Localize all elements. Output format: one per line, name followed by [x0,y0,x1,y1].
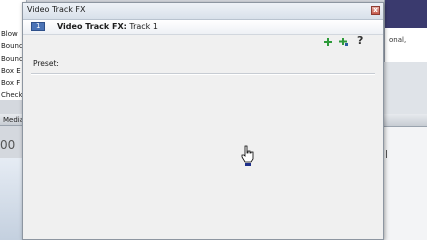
fx-chain-header: 1 Video Track FX: Track 1 [23,20,383,35]
help-icon[interactable]: ? [357,35,367,47]
video-track-fx-dialog: Video Track FX x 1 Video Track FX: Track… [22,2,384,240]
close-button[interactable]: x [371,6,380,15]
list-item[interactable]: Check [0,89,23,101]
hand-cursor-icon [241,145,254,166]
list-item[interactable]: Bounc [0,40,23,52]
fx-toolbar: ? [23,34,383,50]
track-icon: 1 [31,22,45,31]
timeline-tick [386,150,387,158]
preview-thumbnail [385,0,427,28]
timeline-ruler-area [384,127,427,240]
close-icon: x [373,6,378,14]
plugin-add-icon[interactable] [323,37,333,47]
right-panel-area [384,62,427,114]
dialog-title: Video Track FX [27,5,86,14]
preview-panel: onal, [384,0,427,62]
list-item[interactable]: Blow [0,28,23,40]
right-tab-bar [384,114,427,127]
preset-label: Preset: [33,59,59,68]
preset-divider [31,73,375,75]
fx-chain-title: Video Track FX: Track 1 [57,22,158,31]
dialog-titlebar[interactable]: Video Track FX x [23,3,383,20]
list-item[interactable]: Bounc [0,53,23,65]
list-item[interactable]: Box E [0,65,23,77]
plugin-chain-icon[interactable] [339,37,349,47]
timecode-display: 00 [0,138,16,152]
effects-list: Blow Bounc Bounc Box E Box F Check [0,28,23,102]
fx-chain-label: Video Track FX: [57,22,127,31]
fx-chain-track-name: Track 1 [126,22,158,31]
preset-area: Preset: [31,55,375,235]
preview-description-text: onal, [389,36,407,44]
track-badge-number: 1 [36,22,41,30]
list-item[interactable]: Box F [0,77,23,89]
